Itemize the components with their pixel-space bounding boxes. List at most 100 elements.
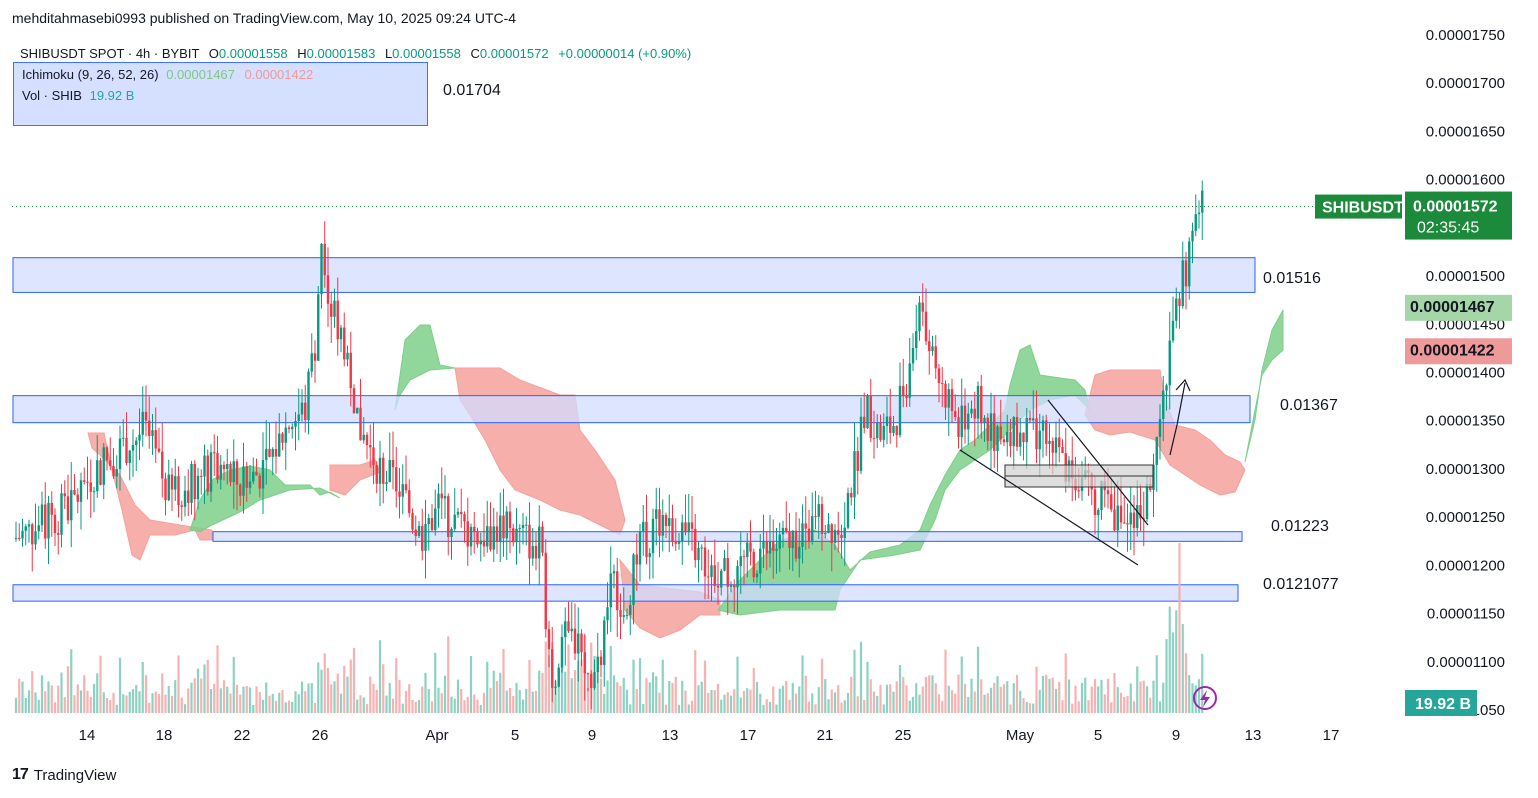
- candle-body: [476, 531, 479, 545]
- candle-body: [567, 621, 570, 632]
- candle-body: [759, 548, 762, 574]
- x-tick-label: 9: [588, 727, 596, 744]
- volume-bar: [775, 704, 778, 713]
- volume-bar: [720, 699, 723, 713]
- volume-bar: [300, 681, 304, 713]
- candle-body: [414, 529, 417, 537]
- candle-body: [980, 385, 983, 424]
- candle: [645, 494, 648, 565]
- candle-body: [876, 423, 879, 439]
- candle: [638, 523, 642, 582]
- candle-body: [674, 541, 677, 544]
- candle-body: [713, 565, 716, 586]
- span-b-badge-text: 0.00001422: [1410, 342, 1495, 359]
- legend-ichimoku[interactable]: Ichimoku (9, 26, 52, 26) 0.00001467 0.00…: [22, 67, 313, 82]
- candle-body: [954, 411, 957, 418]
- candle: [437, 483, 440, 528]
- candle-body: [1129, 512, 1132, 525]
- candle-body: [489, 526, 492, 550]
- candle-body: [27, 524, 31, 527]
- candle-body: [781, 527, 785, 535]
- candle: [723, 549, 726, 572]
- candle-body: [1178, 298, 1181, 307]
- volume-bar: [427, 689, 430, 713]
- volume-bar: [499, 672, 502, 713]
- y-tick-label: 0.00001100: [1427, 654, 1505, 671]
- volume-bar: [515, 682, 518, 713]
- volume-bar: [963, 683, 967, 713]
- candle-body: [118, 438, 122, 470]
- volume-bar: [63, 697, 66, 713]
- candle-body: [63, 493, 66, 497]
- volume-bar: [609, 646, 612, 713]
- candle: [1041, 415, 1045, 458]
- candle-body: [372, 447, 375, 465]
- candle-body: [427, 518, 430, 525]
- candle-body: [499, 515, 502, 542]
- candle-body: [843, 527, 846, 538]
- candle-body: [557, 667, 560, 687]
- candle-body: [736, 566, 739, 588]
- candle-body: [915, 331, 918, 349]
- volume-bar: [252, 704, 255, 713]
- legend-volume[interactable]: Vol · SHIB 19.92 B: [22, 88, 134, 103]
- candle: [70, 462, 73, 548]
- candle-body: [450, 528, 453, 538]
- volume-bar: [671, 682, 674, 713]
- volume-bar: [349, 659, 352, 713]
- candle-body: [817, 504, 820, 517]
- ichimoku-span-a-value: 0.00001467: [166, 67, 235, 82]
- x-tick-label: 21: [817, 727, 834, 744]
- volume-bar: [466, 696, 469, 713]
- candle: [343, 312, 346, 367]
- candle: [538, 505, 541, 586]
- volume-bar: [27, 690, 31, 713]
- volume-bar: [749, 689, 752, 713]
- volume-bar: [382, 664, 385, 713]
- candle-body: [154, 430, 157, 449]
- candle: [430, 504, 434, 533]
- volume-bar: [1061, 700, 1064, 713]
- candle-body: [352, 388, 356, 414]
- span-a-badge-text: 0.00001467: [1410, 299, 1495, 316]
- volume-bar: [996, 676, 999, 713]
- candle-body: [356, 407, 359, 414]
- candle-body: [248, 481, 252, 488]
- candle-body: [40, 504, 44, 526]
- candle-body: [235, 461, 239, 485]
- volume-bar: [934, 683, 937, 713]
- candle-body: [1123, 522, 1126, 524]
- volume-bar: [1100, 679, 1103, 713]
- candle-body: [1032, 418, 1035, 421]
- volume-bar: [820, 658, 824, 713]
- volume-bar: [18, 678, 21, 713]
- volume-bar: [317, 662, 320, 713]
- candle-body: [79, 480, 83, 502]
- candle-body: [294, 420, 297, 427]
- candle-body: [76, 494, 79, 502]
- volume-bar: [827, 699, 830, 713]
- candle: [385, 470, 388, 492]
- volume-bar: [1051, 677, 1054, 713]
- candle-body: [304, 402, 307, 421]
- volume-bar: [707, 692, 710, 713]
- volume-bar: [96, 673, 99, 713]
- candle: [411, 508, 414, 534]
- candle: [200, 469, 203, 495]
- candle-body: [411, 513, 414, 530]
- candle: [268, 422, 271, 458]
- volume-bar: [495, 680, 499, 713]
- volume-bar: [772, 686, 775, 713]
- volume-bar: [999, 686, 1002, 713]
- candle-body: [141, 411, 144, 435]
- candle-body: [720, 570, 723, 588]
- candle: [213, 434, 216, 476]
- volume-bar: [434, 652, 437, 713]
- candle: [544, 539, 547, 638]
- candle: [34, 503, 37, 550]
- tradingview-logo[interactable]: 17 TradingView: [12, 766, 116, 784]
- volume-bar: [492, 670, 495, 713]
- legend-h-value: 0.00001583: [306, 46, 376, 61]
- candle-body: [271, 449, 274, 457]
- candle: [856, 437, 859, 495]
